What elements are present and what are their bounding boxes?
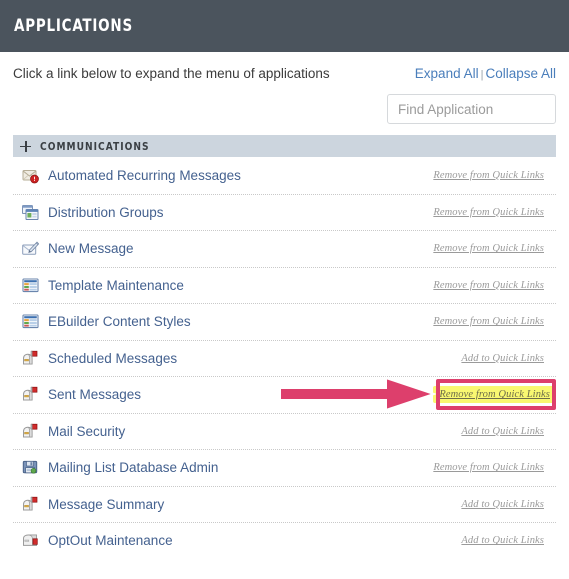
app-link[interactable]: Message Summary bbox=[48, 497, 164, 512]
quick-links-toggle-link[interactable]: Remove from Quick Links bbox=[433, 386, 556, 404]
intro-row: Click a link below to expand the menu of… bbox=[0, 52, 569, 84]
mailbox-flag-icon bbox=[22, 423, 39, 440]
section-header-label: COMMUNICATIONS bbox=[40, 139, 150, 153]
windows-group-icon bbox=[22, 204, 39, 221]
app-row-left: Sent Messages bbox=[22, 386, 141, 403]
app-link[interactable]: OptOut Maintenance bbox=[48, 533, 173, 548]
table-row: Template Maintenance Remove from Quick Li… bbox=[13, 266, 556, 304]
quick-links-toggle-link[interactable]: Add to Quick Links bbox=[461, 426, 544, 437]
app-row-left: EBuilder Content Styles bbox=[22, 313, 191, 330]
table-row: Scheduled Messages Add to Quick Links bbox=[13, 339, 556, 377]
app-link[interactable]: EBuilder Content Styles bbox=[48, 314, 191, 329]
application-list: Automated Recurring Messages Remove from … bbox=[13, 157, 556, 559]
expand-collapse-links: Expand All | Collapse All bbox=[415, 65, 556, 84]
table-row: Mailing List Database Admin Remove from Q… bbox=[13, 449, 556, 486]
mailbox-flag-icon bbox=[22, 386, 39, 403]
app-row-left: Mailing List Database Admin bbox=[22, 459, 218, 476]
plus-icon bbox=[20, 140, 31, 152]
app-header-bar: APPLICATIONS bbox=[0, 0, 569, 52]
template-grid-icon bbox=[22, 277, 39, 294]
template-grid-icon bbox=[22, 313, 39, 330]
table-row: EBuilder Content Styles Remove from Quick… bbox=[13, 303, 556, 340]
quick-links-toggle-link[interactable]: Remove from Quick Links bbox=[433, 316, 544, 327]
app-row-left: Mail Security bbox=[22, 423, 125, 440]
app-row-left: Template Maintenance bbox=[22, 277, 184, 294]
table-row: Mail Security Add to Quick Links bbox=[13, 412, 556, 450]
app-link[interactable]: Template Maintenance bbox=[48, 278, 184, 293]
table-row: OptOut Maintenance Add to Quick Links bbox=[13, 522, 556, 559]
quick-links-toggle-link[interactable]: Remove from Quick Links bbox=[433, 207, 544, 218]
database-disk-icon bbox=[22, 459, 39, 476]
collapse-all-link[interactable]: Collapse All bbox=[485, 66, 556, 81]
app-link[interactable]: Automated Recurring Messages bbox=[48, 168, 241, 183]
quick-links-toggle-link[interactable]: Add to Quick Links bbox=[461, 499, 544, 510]
mailbox-flag-icon bbox=[22, 496, 39, 513]
table-row: Distribution Groups Remove from Quick Lin… bbox=[13, 193, 556, 231]
quick-links-toggle-link[interactable]: Remove from Quick Links bbox=[433, 170, 544, 181]
intro-instruction-text: Click a link below to expand the menu of… bbox=[13, 66, 330, 81]
section-header-communications[interactable]: COMMUNICATIONS bbox=[13, 135, 556, 157]
quick-links-toggle-link[interactable]: Add to Quick Links bbox=[461, 535, 544, 546]
quick-links-toggle-link[interactable]: Add to Quick Links bbox=[461, 353, 544, 364]
expand-all-link[interactable]: Expand All bbox=[415, 66, 479, 81]
app-row-left: Automated Recurring Messages bbox=[22, 167, 241, 184]
envelope-alert-icon bbox=[22, 167, 39, 184]
find-application-input[interactable] bbox=[387, 94, 556, 124]
mailbox-flag-icon bbox=[22, 350, 39, 367]
app-row-left: Message Summary bbox=[22, 496, 164, 513]
app-row-left: New Message bbox=[22, 240, 134, 257]
quick-links-toggle-link[interactable]: Remove from Quick Links bbox=[433, 462, 544, 473]
page-title: APPLICATIONS bbox=[14, 16, 133, 36]
table-row: Automated Recurring Messages Remove from … bbox=[13, 157, 556, 194]
app-row-left: OptOut Maintenance bbox=[22, 532, 173, 549]
search-row bbox=[0, 84, 569, 124]
app-link[interactable]: Mailing List Database Admin bbox=[48, 460, 218, 475]
app-row-left: Scheduled Messages bbox=[22, 350, 177, 367]
compose-pencil-icon bbox=[22, 240, 39, 257]
app-link[interactable]: Mail Security bbox=[48, 424, 125, 439]
table-row: New Message Remove from Quick Links bbox=[13, 230, 556, 267]
app-link[interactable]: Sent Messages bbox=[48, 387, 141, 402]
table-row: Sent Messages Remove from Quick Links bbox=[13, 376, 556, 413]
mailbox-closed-icon bbox=[22, 532, 39, 549]
app-link[interactable]: Scheduled Messages bbox=[48, 351, 177, 366]
app-link[interactable]: New Message bbox=[48, 241, 134, 256]
quick-links-toggle-link[interactable]: Remove from Quick Links bbox=[433, 280, 544, 291]
app-row-left: Distribution Groups bbox=[22, 204, 164, 221]
app-link[interactable]: Distribution Groups bbox=[48, 205, 164, 220]
quick-links-toggle-link[interactable]: Remove from Quick Links bbox=[433, 243, 544, 254]
table-row: Message Summary Add to Quick Links bbox=[13, 485, 556, 523]
